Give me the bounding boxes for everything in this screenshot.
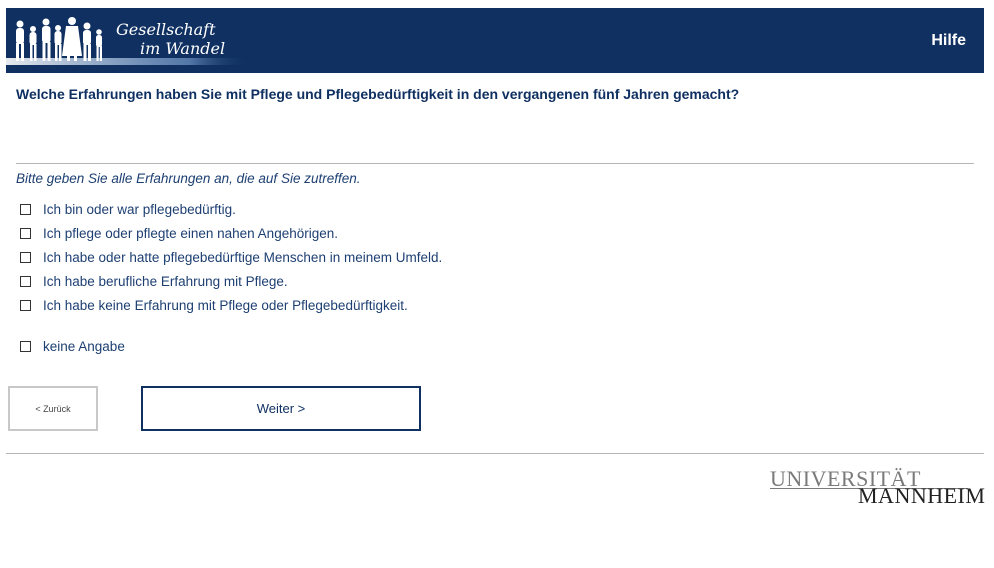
logo-text-mannheim: MANNHEIM (858, 483, 986, 508)
logo-text-gesellschaft: Gesellschaft (116, 20, 216, 39)
option-umfeld[interactable]: Ich habe oder hatte pflegebedürftige Men… (20, 248, 442, 266)
gesellschaft-im-wandel-logo: Gesellschaft im Wandel (6, 8, 266, 73)
question-divider (16, 163, 974, 164)
checkbox[interactable] (20, 227, 31, 239)
header-banner: Gesellschaft im Wandel Hilfe (6, 8, 984, 73)
option-label: Ich habe berufliche Erfahrung mit Pflege… (43, 273, 288, 289)
option-label: keine Angabe (43, 338, 125, 354)
checkbox[interactable] (20, 275, 31, 287)
option-label: Ich pflege oder pflegte einen nahen Ange… (43, 225, 338, 241)
checkbox[interactable] (20, 299, 31, 311)
option-label: Ich habe keine Erfahrung mit Pflege oder… (43, 297, 408, 313)
checkbox[interactable] (20, 251, 31, 263)
logo-text-im-wandel: im Wandel (140, 39, 226, 58)
option-beruflich[interactable]: Ich habe berufliche Erfahrung mit Pflege… (20, 272, 288, 290)
checkbox[interactable] (20, 203, 31, 215)
back-button[interactable]: < Zurück (8, 386, 98, 431)
checkbox[interactable] (20, 340, 31, 352)
option-keine-erfahrung[interactable]: Ich habe keine Erfahrung mit Pflege oder… (20, 296, 408, 314)
footer-divider (6, 453, 984, 454)
help-link[interactable]: Hilfe (931, 32, 966, 50)
option-keine-angabe[interactable]: keine Angabe (20, 337, 125, 355)
option-pflegebeduerftig[interactable]: Ich bin oder war pflegebedürftig. (20, 200, 236, 218)
option-label: Ich bin oder war pflegebedürftig. (43, 201, 236, 217)
university-mannheim-logo: UNIVERSITÄT MANNHEIM (768, 466, 985, 508)
instruction-text: Bitte geben Sie alle Erfahrungen an, die… (16, 171, 361, 186)
option-label: Ich habe oder hatte pflegebedürftige Men… (43, 249, 443, 265)
people-silhouettes-icon (6, 17, 251, 65)
option-pflege-angehoerige[interactable]: Ich pflege oder pflegte einen nahen Ange… (20, 224, 338, 242)
next-button[interactable]: Weiter > (141, 386, 421, 431)
question-text: Welche Erfahrungen haben Sie mit Pflege … (16, 86, 740, 102)
